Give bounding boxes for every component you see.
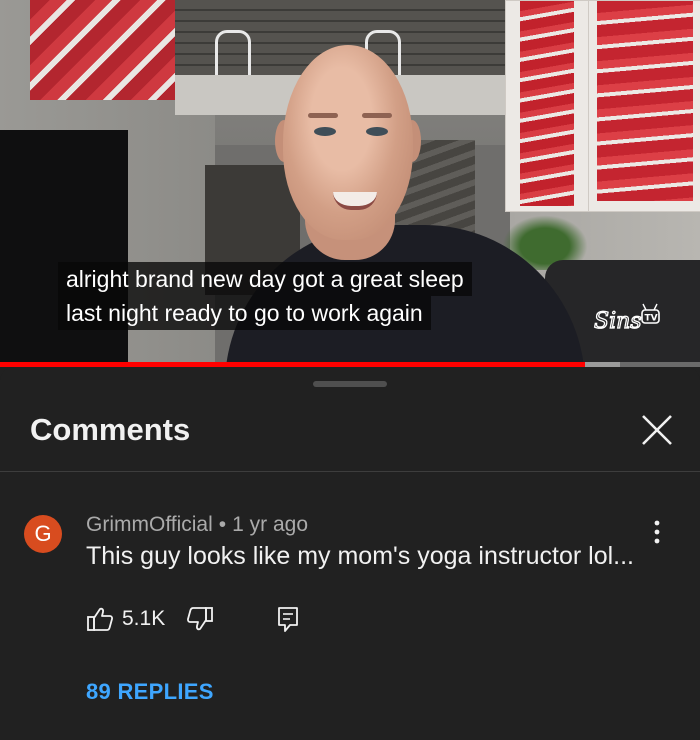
comment-author[interactable]: GrimmOfficial bbox=[86, 513, 213, 536]
video-frame-person-brow bbox=[362, 113, 392, 118]
close-icon[interactable] bbox=[638, 411, 676, 449]
panel-divider bbox=[0, 471, 700, 472]
dislike-button[interactable] bbox=[186, 604, 214, 634]
caption-line: last night ready to go to work again bbox=[58, 296, 431, 330]
panel-drag-handle[interactable] bbox=[313, 381, 387, 387]
comment-age: 1 yr ago bbox=[232, 513, 309, 536]
video-frame-stool bbox=[215, 30, 251, 78]
like-button[interactable]: 5.1K bbox=[86, 604, 165, 634]
channel-logo-badge: TV bbox=[645, 314, 658, 324]
meta-separator: • bbox=[218, 513, 227, 536]
channel-logo-text: Sins bbox=[594, 309, 642, 334]
caption-line: alright brand new day got a great sleep bbox=[58, 262, 472, 296]
view-replies-link[interactable]: 89 REPLIES bbox=[86, 679, 214, 705]
video-frame-person-head bbox=[283, 45, 413, 240]
thumbs-up-icon bbox=[87, 607, 113, 631]
video-captions: alright brand new day got a great sleep … bbox=[58, 262, 472, 330]
comment-meta: GrimmOfficial • 1 yr ago bbox=[86, 513, 308, 537]
reply-button[interactable] bbox=[276, 604, 300, 634]
thumbs-down-icon bbox=[187, 607, 213, 631]
video-frame-painting bbox=[505, 0, 589, 212]
video-frame-artwork bbox=[30, 0, 175, 100]
video-frame-painting bbox=[588, 0, 700, 212]
like-count: 5.1K bbox=[122, 607, 166, 630]
video-frame-person-brow bbox=[308, 113, 338, 118]
reply-icon bbox=[278, 607, 298, 632]
comment-item: G GrimmOfficial • 1 yr ago This guy looks … bbox=[0, 497, 700, 727]
video-player[interactable]: alright brand new day got a great sleep … bbox=[0, 0, 700, 362]
more-vert-icon[interactable] bbox=[645, 517, 669, 547]
comments-panel: Comments G GrimmOfficial • 1 yr ago This g… bbox=[0, 367, 700, 740]
video-frame-person-eye bbox=[314, 127, 336, 136]
video-frame-person-eye bbox=[366, 127, 388, 136]
channel-logo: Sins TV bbox=[593, 303, 660, 334]
comments-title: Comments bbox=[30, 412, 191, 447]
avatar[interactable]: G bbox=[24, 515, 62, 553]
comment-text[interactable]: This guy looks like my mom's yoga instru… bbox=[86, 542, 634, 571]
